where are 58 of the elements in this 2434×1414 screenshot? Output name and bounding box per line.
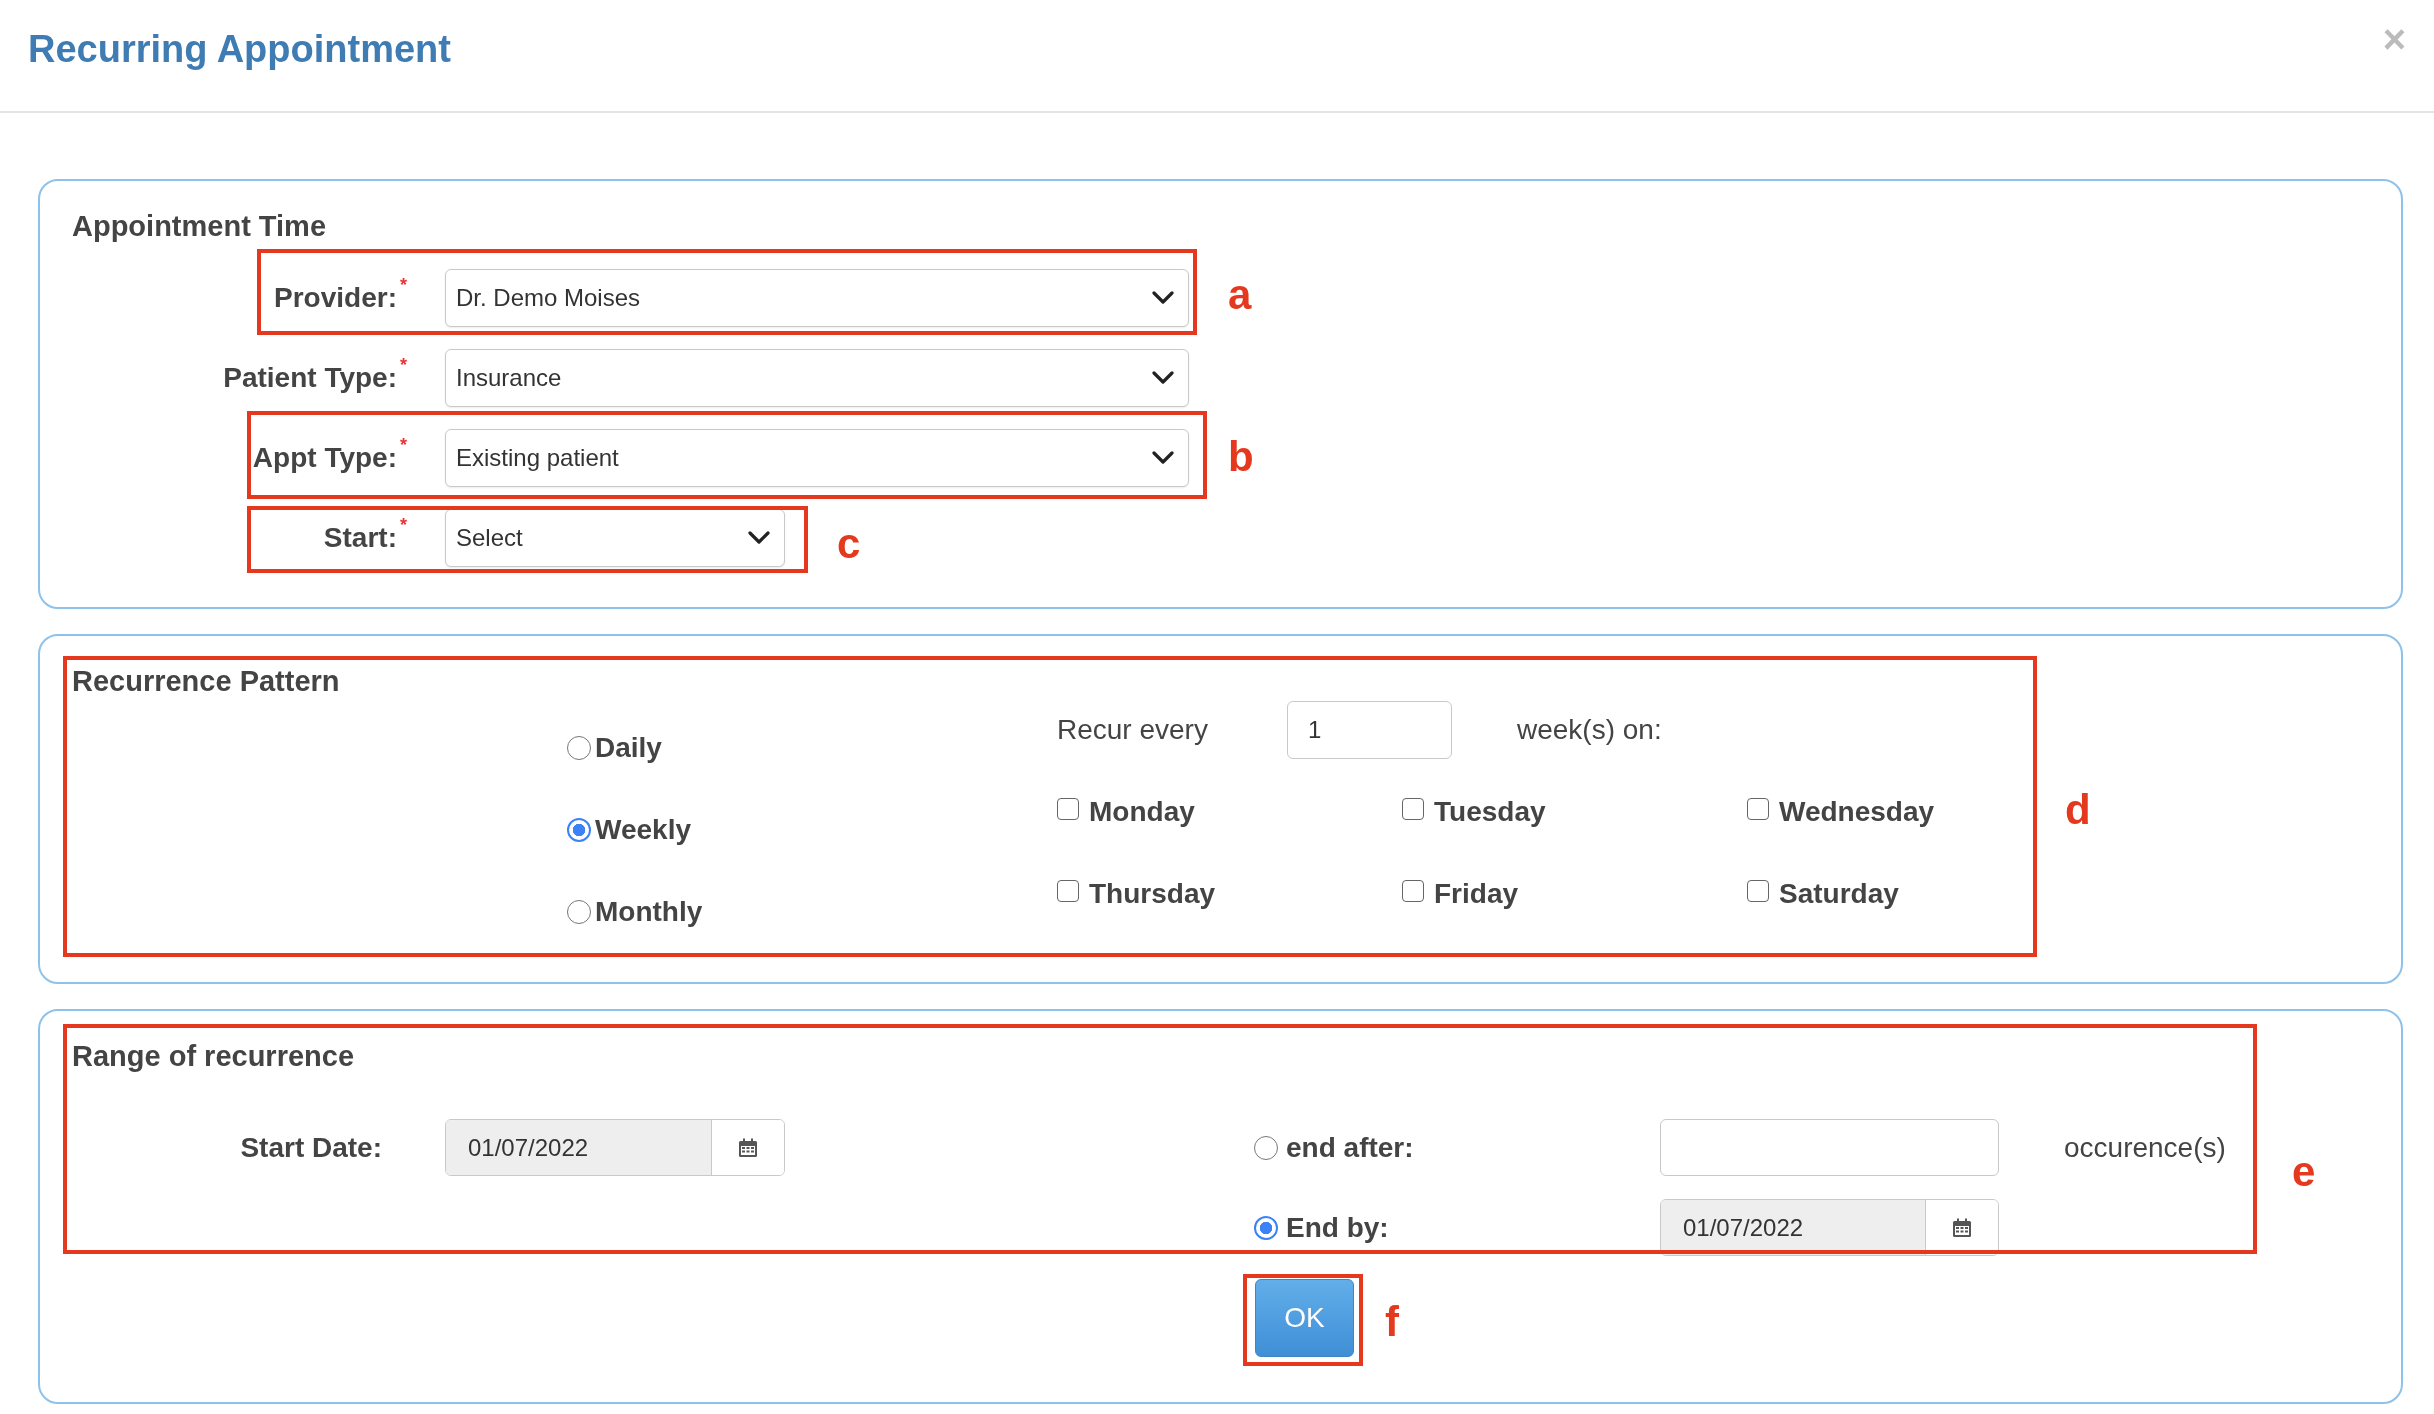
chevron-down-icon: [748, 531, 770, 545]
interval-input-field[interactable]: 1: [1287, 701, 1452, 759]
dialog-title: Recurring Appointment: [28, 28, 451, 71]
radio-button[interactable]: [567, 818, 591, 842]
annotation-letter: d: [2065, 789, 2091, 831]
radio-label: End by:: [1286, 1211, 1389, 1244]
field-label: Start:: [323, 522, 397, 554]
checkbox-label: Monday: [1089, 796, 1195, 828]
checkbox[interactable]: [1402, 880, 1424, 902]
radio-button[interactable]: [567, 900, 591, 924]
radio-button[interactable]: [1254, 1215, 1278, 1240]
required-mark: *: [400, 355, 407, 376]
checkbox[interactable]: [1747, 798, 1769, 820]
checkbox[interactable]: [1057, 880, 1079, 902]
calendar-icon: [738, 1137, 758, 1158]
chevron-down-icon: [1152, 291, 1174, 305]
dropdown-field[interactable]: Dr. Demo Moises: [445, 269, 1189, 327]
field-label: Patient Type:: [223, 362, 397, 394]
field-label: Appt Type:: [252, 442, 397, 474]
required-mark: *: [400, 275, 407, 296]
section-title: Recurrence Pattern: [72, 664, 340, 698]
required-mark: *: [400, 435, 407, 456]
checkbox-label: Thursday: [1089, 878, 1216, 910]
checkbox[interactable]: [1747, 880, 1769, 902]
field-label: Provider:: [274, 282, 397, 314]
field-label: Start Date:: [240, 1131, 382, 1164]
checkbox[interactable]: [1402, 798, 1424, 820]
chevron-down-icon: [1152, 371, 1174, 385]
checkbox-label: Wednesday: [1779, 796, 1935, 828]
annotation-letter: a: [1228, 274, 1252, 316]
radio-label: Weekly: [595, 814, 691, 846]
date-field[interactable]: 01/07/2022: [445, 1119, 785, 1176]
field-suffix: week(s) on:: [1517, 714, 1662, 746]
radio-label: Monthly: [595, 896, 703, 928]
annotation-letter: b: [1228, 436, 1254, 478]
calendar-icon: [1952, 1217, 1972, 1238]
checkbox-label: Tuesday: [1434, 796, 1546, 828]
dropdown-field[interactable]: Existing patient: [445, 429, 1189, 487]
radio-label: end after:: [1286, 1131, 1414, 1164]
radio-button[interactable]: [1254, 1135, 1278, 1160]
checkbox-label: Friday: [1434, 878, 1519, 910]
required-mark: *: [400, 515, 407, 536]
annotation-letter: f: [1385, 1301, 1399, 1343]
date-field[interactable]: 01/07/2022: [1660, 1199, 1999, 1256]
chevron-down-icon: [1152, 451, 1174, 465]
annotation-letter: e: [2292, 1151, 2316, 1193]
radio-button[interactable]: [567, 736, 591, 760]
count-input-field[interactable]: [1660, 1119, 1999, 1176]
section-title: Range of recurrence: [72, 1039, 355, 1073]
annotation-letter: c: [837, 523, 861, 565]
dropdown-field[interactable]: Insurance: [445, 349, 1189, 407]
checkbox-label: Saturday: [1779, 878, 1899, 910]
dropdown-field[interactable]: Select: [445, 509, 785, 567]
section-title: Appointment Time: [72, 209, 327, 243]
radio-label: Daily: [595, 732, 662, 764]
checkbox[interactable]: [1057, 798, 1079, 820]
field-label: Recur every: [1057, 714, 1209, 746]
field-suffix: occurence(s): [2064, 1131, 2226, 1164]
